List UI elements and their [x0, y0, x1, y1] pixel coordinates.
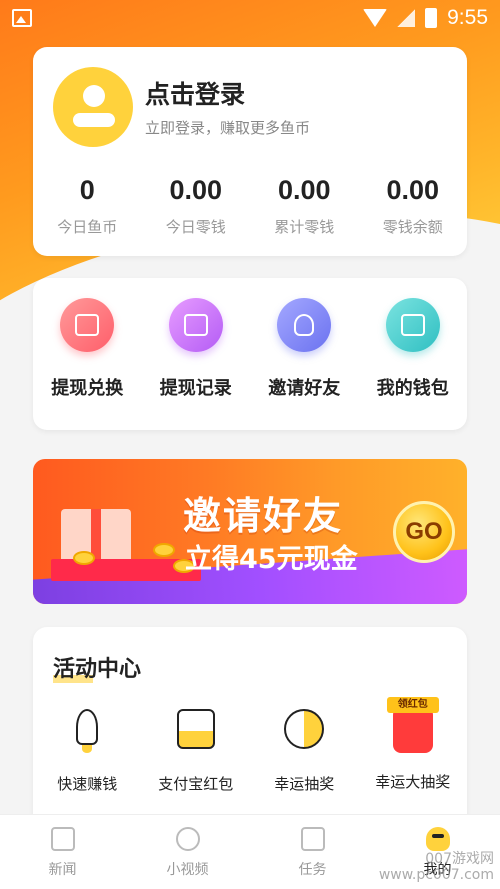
- login-title[interactable]: 点击登录: [145, 75, 245, 111]
- stat-today-change: 0.00 今日零钱: [142, 175, 251, 237]
- coin-icon: [153, 543, 175, 557]
- activity-big-draw[interactable]: 领红包 幸运大抽奖: [359, 697, 468, 794]
- record-icon: [168, 298, 223, 352]
- activity-label: 幸运大抽奖: [375, 773, 451, 791]
- user-icon: [277, 298, 332, 352]
- menu-invite[interactable]: 邀请好友: [250, 298, 359, 430]
- activity-lucky-draw[interactable]: 幸运抽奖: [250, 705, 359, 794]
- news-icon: [50, 827, 75, 851]
- stat-total-change: 0.00 累计零钱: [250, 175, 359, 237]
- profile-card[interactable]: 点击登录 立即登录，赚取更多鱼币 0 今日鱼币 0.00 今日零钱 0.00 累…: [33, 47, 467, 256]
- activity-grid: 快速赚钱 支付宝红包 幸运抽奖 领红包 幸运大抽奖: [33, 697, 468, 794]
- status-time: 9:55: [447, 6, 488, 29]
- card-icon: [60, 298, 115, 352]
- activity-quick-earn[interactable]: 快速赚钱: [33, 705, 142, 794]
- stats-row: 0 今日鱼币 0.00 今日零钱 0.00 累计零钱 0.00 零钱余额: [33, 175, 467, 237]
- tab-short-video[interactable]: 小视频: [125, 815, 250, 889]
- stat-today-coins: 0 今日鱼币: [33, 175, 142, 237]
- menu-label: 邀请好友: [268, 378, 341, 399]
- quick-menu: 提现兑换 提现记录 邀请好友 我的钱包: [33, 278, 467, 430]
- big-draw-icon: 领红包: [386, 697, 439, 753]
- tab-label: 任务: [298, 862, 327, 878]
- go-button[interactable]: GO: [393, 501, 455, 563]
- stat-value: 0.00: [169, 175, 223, 205]
- banner-subtitle: 立得45元现金: [185, 544, 358, 575]
- stat-label: 今日鱼币: [57, 218, 118, 236]
- stat-label: 今日零钱: [165, 218, 226, 236]
- stat-value: 0.00: [277, 175, 331, 205]
- status-bar: 9:55: [0, 0, 500, 36]
- menu-label: 提现兑换: [51, 378, 124, 399]
- stat-label: 累计零钱: [274, 218, 335, 236]
- menu-withdraw[interactable]: 提现兑换: [33, 298, 142, 430]
- tab-news[interactable]: 新闻: [0, 815, 125, 889]
- wallet-icon: [385, 298, 440, 352]
- signal-icon: [397, 9, 416, 27]
- stat-value: 0.00: [386, 175, 440, 205]
- menu-label: 提现记录: [159, 378, 232, 399]
- invite-banner[interactable]: 邀请好友 立得45元现金 GO: [33, 459, 467, 604]
- play-icon: [175, 827, 200, 851]
- section-title: 活动中心: [53, 651, 141, 683]
- menu-label: 我的钱包: [376, 378, 449, 399]
- tab-tasks[interactable]: 任务: [250, 815, 375, 889]
- coin-icon: [73, 551, 95, 565]
- menu-withdraw-records[interactable]: 提现记录: [142, 298, 251, 430]
- tab-label: 新闻: [48, 862, 77, 878]
- activity-label: 幸运抽奖: [274, 775, 335, 793]
- gallery-icon: [12, 9, 32, 27]
- watermark-line: 007游戏网: [425, 851, 494, 867]
- activity-label: 快速赚钱: [57, 775, 118, 793]
- watermark-line: www.pc007.com: [378, 867, 494, 883]
- menu-wallet[interactable]: 我的钱包: [359, 298, 468, 430]
- wifi-icon: [363, 9, 388, 27]
- lottery-icon: [284, 709, 325, 749]
- rocket-icon: [76, 709, 99, 753]
- redpacket-tag: 领红包: [386, 697, 439, 713]
- stat-balance: 0.00 零钱余额: [359, 175, 468, 237]
- task-icon: [300, 827, 325, 851]
- stat-label: 零钱余额: [382, 218, 443, 236]
- activity-label: 支付宝红包: [158, 775, 234, 793]
- login-subtitle: 立即登录，赚取更多鱼币: [145, 119, 311, 137]
- watermark: 007游戏网 www.pc007.com: [379, 851, 494, 883]
- battery-icon: [425, 8, 438, 28]
- alipay-icon: [176, 709, 215, 749]
- banner-title: 邀请好友: [183, 494, 344, 538]
- activity-alipay-redpacket[interactable]: 支付宝红包: [142, 705, 251, 794]
- stat-value: 0: [79, 175, 95, 205]
- avatar[interactable]: [53, 67, 133, 147]
- tab-label: 小视频: [166, 862, 209, 878]
- profile-icon: [425, 827, 450, 851]
